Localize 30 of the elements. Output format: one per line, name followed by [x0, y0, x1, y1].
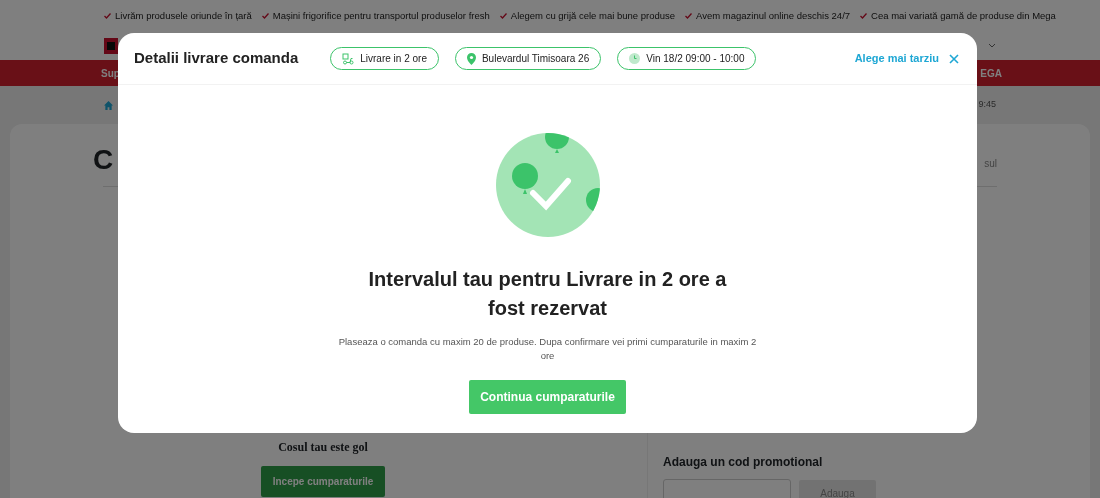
promo-title: Adauga un cod promotional: [663, 454, 824, 471]
chevron-icon[interactable]: [988, 43, 996, 49]
check-icon: [860, 13, 868, 19]
info-text: Mașini frigorifice pentru transportul produselor fresh: [272, 8, 490, 23]
empty-cart-message: Cosul tau este gol: [278, 439, 368, 456]
continue-shopping-button[interactable]: Continua cumparaturile: [469, 379, 626, 414]
nav-item[interactable]: EGA: [980, 65, 1002, 81]
scooter-icon: [342, 52, 355, 65]
start-shopping-button[interactable]: Incepe cumparaturile: [260, 466, 386, 497]
confirmation-heading: Intervalul tau pentru Livrare in 2 ore a fost rezervat: [367, 267, 728, 321]
info-text: Livrăm produsele oriunde în țară: [115, 8, 252, 23]
clock-icon: [629, 53, 641, 64]
check-icon: [261, 13, 269, 19]
check-icon: [499, 13, 507, 19]
info-text: Alegem cu grijă cele mai bune produse: [510, 8, 676, 23]
home-icon[interactable]: [104, 100, 113, 110]
time-text: 9:45: [978, 98, 996, 112]
info-text: Avem magazinul online deschis 24/7: [696, 8, 851, 23]
cart-link[interactable]: sul: [984, 124, 997, 174]
close-button[interactable]: [949, 52, 961, 65]
location-pin-icon: [466, 52, 476, 65]
modal-title: Detalii livrare comanda: [134, 48, 299, 69]
page-title: C: [93, 143, 114, 174]
check-icon: [685, 13, 693, 19]
info-text: Cea mai variată gamă de produse din Mega: [871, 8, 1056, 23]
choose-later-link[interactable]: Alege mai tarziu: [854, 50, 939, 67]
confirmation-text: Plaseaza o comanda cu maxim 20 de produse. Dupa confirmare vei primi cumparaturile in maxim 2 ore: [337, 335, 758, 364]
check-icon: [104, 13, 111, 19]
balloons-check-icon: [495, 133, 600, 237]
logo-icon[interactable]: [104, 38, 118, 54]
